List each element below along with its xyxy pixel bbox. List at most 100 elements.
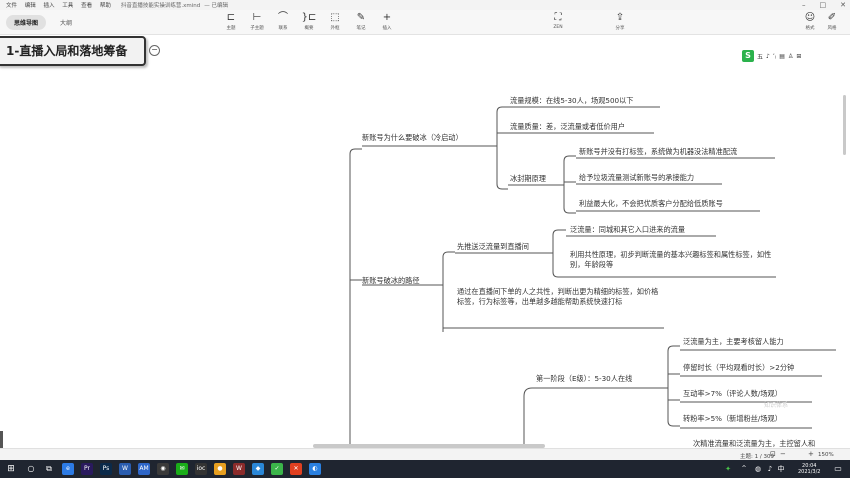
taskbar-app-icon[interactable]: Ps	[100, 463, 112, 475]
style-button[interactable]: ✐ 风格	[819, 12, 845, 31]
zoom-out-icon[interactable]: −	[780, 450, 786, 458]
taskbar-app-icon[interactable]: ◐	[309, 463, 321, 475]
taskbar-app-icon[interactable]: ioc	[195, 463, 207, 475]
b2-push[interactable]: 先推送泛流量到直播间	[457, 242, 529, 252]
relation-label: 联系	[278, 26, 288, 31]
b1-child-scale[interactable]: 流量规模：在线5-30人，场观500以下	[510, 96, 633, 106]
menu-view[interactable]: 查看	[81, 3, 92, 9]
stage2-cut-text[interactable]: 次精准流量和泛流量为主，主控留人和	[693, 439, 815, 448]
collapse-toggle[interactable]: −	[149, 45, 160, 56]
clock[interactable]: 20:04 2021/3/2	[798, 463, 820, 475]
stage1-child-2[interactable]: 停留时长（平均观看时长）>2分钟	[683, 363, 794, 373]
taskbar-app-icon[interactable]: ●	[214, 463, 226, 475]
stage1-connector	[523, 387, 534, 448]
zoom-level[interactable]: 150%	[818, 452, 834, 458]
status-bar: 主题: 1 / 309 ⊡ − + 150%	[0, 448, 850, 460]
share-icon: ⇪	[615, 12, 625, 23]
topic-button[interactable]: ⊏ 主题	[218, 12, 244, 31]
taskbar-app-icon[interactable]: ✓	[271, 463, 283, 475]
insert-button[interactable]: + 插入	[374, 12, 400, 31]
watermark: 知识体系	[764, 402, 789, 409]
note-label: 笔记	[356, 26, 366, 31]
network-icon[interactable]: ◍	[752, 463, 764, 475]
fit-icon[interactable]: ⊡	[770, 450, 776, 458]
view-tabs: 思维导图 大纲	[6, 15, 80, 30]
quick-item-5[interactable]: ♙	[788, 53, 793, 60]
menu-file[interactable]: 文件	[6, 3, 17, 9]
push-child-2[interactable]: 利用共性原理，初步判断流量的基本兴趣标签和属性标签，如性别，年龄段等	[570, 250, 775, 270]
file-name: 抖音直播技能实操训练营.xmind	[120, 3, 201, 9]
menu-insert[interactable]: 插入	[44, 3, 55, 9]
note-icon: ✎	[356, 12, 366, 23]
task-view-icon[interactable]: ⧉	[43, 463, 55, 475]
relation-button[interactable]: ⌒ 联系	[270, 12, 296, 31]
b1-child-ice[interactable]: 冰封期原理	[510, 174, 546, 184]
share-button[interactable]: ⇪ 分享	[607, 12, 633, 31]
tray-app-icon[interactable]: ✦	[722, 463, 734, 475]
zoom-in-icon[interactable]: +	[808, 450, 814, 458]
zen-button[interactable]: ⛶ ZEN	[545, 12, 571, 30]
edit-status: — 已编辑	[204, 3, 228, 9]
style-label: 风格	[827, 26, 837, 31]
b1-c3-connector	[496, 146, 508, 190]
close-icon[interactable]: ✕	[840, 0, 846, 10]
quick-item-2[interactable]: ♪	[766, 53, 770, 60]
search-icon[interactable]: ○	[25, 463, 37, 475]
quick-item-4[interactable]: ▤	[779, 53, 785, 60]
taskbar-app-icon[interactable]: Pr	[81, 463, 93, 475]
stage1-child-3[interactable]: 互动率>7%（评论人数/场观）	[683, 389, 782, 399]
tab-outline[interactable]: 大纲	[52, 15, 80, 30]
mindmap-canvas[interactable]: 1-直播入局和落地筹备 − 新账号为什么要破冰（冷启动） 流量规模：在线5-30…	[0, 36, 850, 448]
app-logo-icon[interactable]: S	[742, 50, 754, 62]
taskbar-app-icon[interactable]: ✕	[290, 463, 302, 475]
clock-date: 2021/3/2	[798, 469, 821, 475]
b1-child-quality[interactable]: 流量质量：差，泛流量或者低价用户	[510, 122, 625, 132]
ice-child-1[interactable]: 新账号并没有打标签，系统做为机器没法精准配流	[579, 147, 737, 157]
windows-taskbar: ⊞ ○ ⧉ e Pr Ps W AM ◉ ✉ ioc ● W ◆ ✓ ✕ ◐ ✦ ^ ◍ ♪ 中 20:0…	[0, 460, 850, 478]
taskbar-app-icon[interactable]: e	[62, 463, 74, 475]
minimize-icon[interactable]: –	[802, 0, 806, 10]
plus-icon: +	[382, 12, 392, 23]
ice-child-3[interactable]: 利益最大化，不会把优质客户分配给低质账号	[579, 199, 723, 209]
menu-tools[interactable]: 工具	[62, 3, 73, 9]
taskbar-app-icon[interactable]: AM	[138, 463, 150, 475]
left-edge-handle[interactable]	[0, 431, 3, 448]
notification-icon[interactable]: ▭	[832, 463, 844, 475]
ice-child-2[interactable]: 给予垃圾流量测试新账号的承接能力	[579, 173, 694, 183]
note-button[interactable]: ✎ 笔记	[348, 12, 374, 31]
vertical-scrollbar[interactable]	[843, 95, 846, 155]
taskbar-app-icon[interactable]: ◆	[252, 463, 264, 475]
subtopic-label: 子主题	[250, 26, 264, 31]
stage1-child-4[interactable]: 转粉率>5%（新增粉丝/场观）	[683, 414, 782, 424]
topic-label: 主题	[226, 26, 236, 31]
tray-chevron-icon[interactable]: ^	[738, 463, 750, 475]
summary-button[interactable]: }⊏ 概要	[296, 12, 322, 31]
push-c2-connector	[552, 253, 566, 278]
windows-start-icon[interactable]: ⊞	[5, 463, 17, 475]
taskbar-app-icon[interactable]: W	[119, 463, 131, 475]
maximize-icon[interactable]: □	[820, 0, 827, 10]
b2-push-connector	[442, 251, 455, 285]
stage1-child-1[interactable]: 泛流量为主，主要考核留人能力	[683, 337, 784, 347]
tab-mindmap[interactable]: 思维导图	[6, 15, 47, 30]
branch1-topic[interactable]: 新账号为什么要破冰（冷启动）	[362, 133, 463, 143]
b2-tagging[interactable]: 通过在直播间下单的人之共性，判断出更为精细的标签，如价格标签，行为标签等，出单越…	[457, 287, 662, 307]
menu-help[interactable]: 帮助	[100, 3, 111, 9]
taskbar-app-icon[interactable]: W	[233, 463, 245, 475]
branch2-topic[interactable]: 新账号破冰的路径	[362, 276, 420, 286]
summary-label: 概要	[304, 26, 314, 31]
lang-indicator[interactable]: 中	[775, 463, 787, 475]
root-topic[interactable]: 1-直播入局和落地筹备	[0, 36, 146, 66]
taskbar-app-icon[interactable]: ◉	[157, 463, 169, 475]
taskbar-app-icon[interactable]: ✉	[176, 463, 188, 475]
zen-label: ZEN	[553, 25, 563, 30]
quick-item-6[interactable]: ⊞	[796, 53, 801, 60]
stage1-topic[interactable]: 第一阶段（E级）：5-30人在线	[536, 374, 632, 384]
quick-item-3[interactable]: ʼ₎	[773, 53, 776, 60]
menu-edit[interactable]: 编辑	[25, 3, 36, 9]
push-child-1[interactable]: 泛流量：同城和其它入口进来的流量	[570, 225, 685, 235]
subtopic-button[interactable]: ⊢ 子主题	[244, 12, 270, 31]
boundary-button[interactable]: ⬚ 外框	[322, 12, 348, 31]
share-label: 分享	[615, 26, 625, 31]
quick-item-1[interactable]: 五	[757, 52, 763, 61]
